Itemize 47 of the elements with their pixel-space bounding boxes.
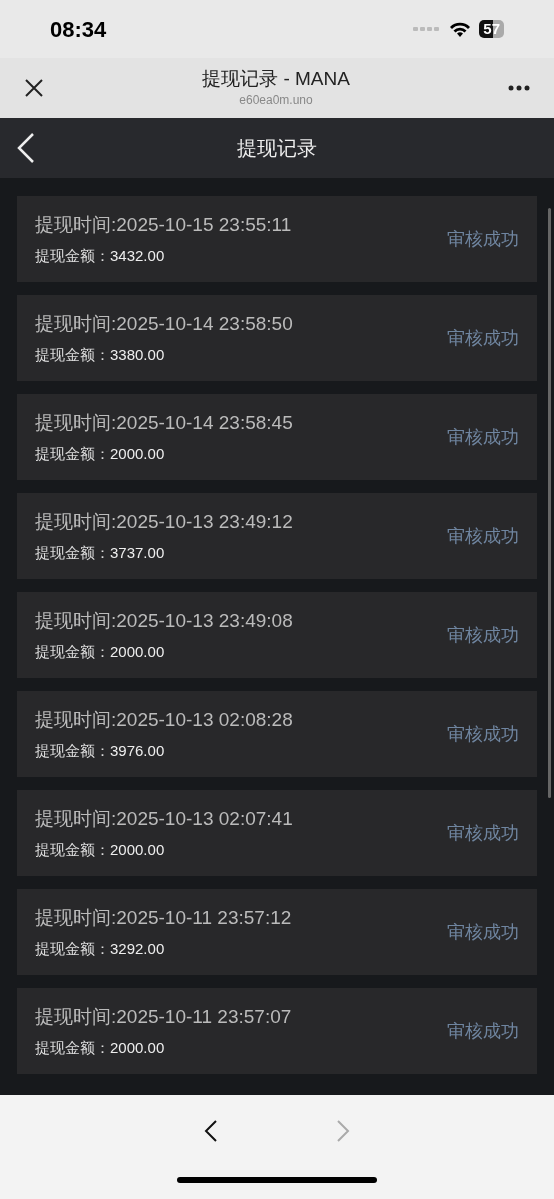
amount-value: 2000.00: [110, 444, 165, 464]
withdrawal-time: 提现时间:2025-10-13 02:08:28: [35, 707, 293, 732]
withdrawal-time: 提现时间:2025-10-11 23:57:07: [35, 1004, 292, 1029]
amount-value: 2000.00: [110, 840, 165, 860]
amount-label: 提现金额：: [35, 840, 110, 860]
amount-label: 提现金额：: [35, 444, 110, 464]
status-text: 审核成功: [447, 722, 519, 746]
status-text: 审核成功: [447, 623, 519, 647]
screen-title: 提现记录: [237, 136, 317, 161]
withdrawal-time: 提现时间:2025-10-14 23:58:45: [35, 410, 293, 435]
amount-value: 3737.00: [110, 543, 165, 563]
status-text: 审核成功: [447, 227, 519, 251]
withdrawal-time: 提现时间:2025-10-13 23:49:12: [35, 509, 293, 534]
status-text: 审核成功: [447, 920, 519, 944]
status-time: 08:34: [50, 15, 107, 44]
back-icon: [204, 1119, 218, 1143]
status-text: 审核成功: [447, 524, 519, 548]
forward-icon: [336, 1119, 350, 1143]
amount-label: 提现金额：: [35, 642, 110, 662]
withdrawal-time: 提现时间:2025-10-15 23:55:11: [35, 212, 292, 237]
close-icon[interactable]: [24, 78, 44, 98]
withdrawal-time: 提现时间:2025-10-11 23:57:12: [35, 905, 292, 930]
status-text: 审核成功: [447, 1019, 519, 1043]
amount-label: 提现金额：: [35, 741, 110, 761]
amount-label: 提现金额：: [35, 543, 110, 563]
amount-label: 提现金额：: [35, 939, 110, 959]
amount-label: 提现金额：: [35, 345, 110, 365]
status-text: 审核成功: [447, 821, 519, 845]
amount-value: 3976.00: [110, 741, 165, 761]
more-icon[interactable]: [508, 85, 530, 91]
amount-value: 2000.00: [110, 1038, 165, 1058]
amount-label: 提现金额：: [35, 246, 110, 266]
page-title: 提现记录 - MANA: [202, 67, 350, 91]
page-url: e60ea0m.uno: [239, 92, 313, 109]
amount-value: 2000.00: [110, 642, 165, 662]
wifi-icon: [449, 20, 472, 38]
amount-value: 3380.00: [110, 345, 165, 365]
back-icon[interactable]: [17, 132, 35, 164]
amount-value: 3292.00: [110, 939, 165, 959]
withdrawal-time: 提现时间:2025-10-13 23:49:08: [35, 608, 293, 633]
amount-label: 提现金额：: [35, 1038, 110, 1058]
status-text: 审核成功: [447, 425, 519, 449]
withdrawal-time: 提现时间:2025-10-14 23:58:50: [35, 311, 293, 336]
signal-icon: [413, 26, 442, 32]
amount-value: 3432.00: [110, 246, 165, 266]
withdrawal-time: 提现时间:2025-10-13 02:07:41: [35, 806, 293, 831]
status-text: 审核成功: [447, 326, 519, 350]
